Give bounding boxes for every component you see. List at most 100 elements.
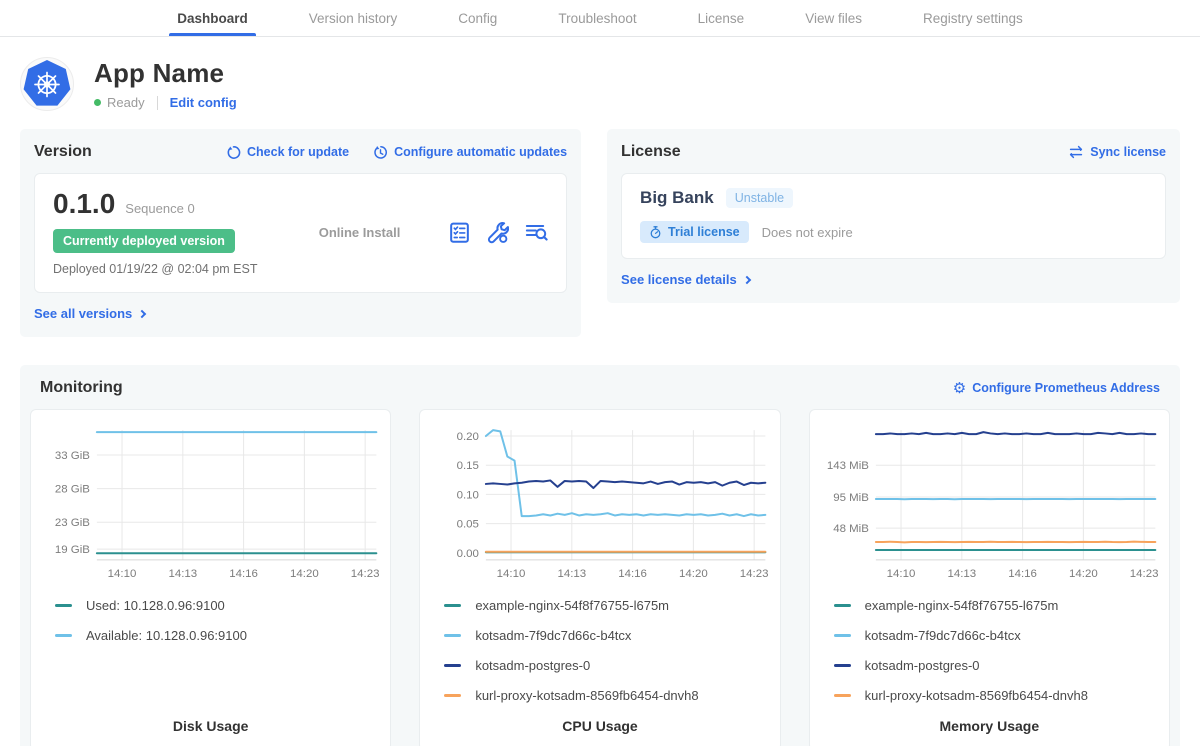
svg-text:14:23: 14:23 xyxy=(351,568,380,580)
legend-item: kotsadm-7f9dc7d66c-b4tcx xyxy=(834,628,1161,643)
logs-search-icon xyxy=(524,221,548,244)
wrench-gear-icon xyxy=(486,221,509,244)
sync-icon xyxy=(1068,145,1084,159)
svg-text:48 MiB: 48 MiB xyxy=(833,523,869,535)
legend-swatch xyxy=(444,604,461,607)
trial-license-badge: Trial license xyxy=(640,221,749,243)
legend-swatch xyxy=(444,664,461,667)
legend-swatch xyxy=(55,604,72,607)
version-number: 0.1.0 xyxy=(53,188,115,220)
version-sequence: Sequence 0 xyxy=(125,201,194,216)
license-panel-title: License xyxy=(621,143,681,161)
gear-icon: ⚙ xyxy=(953,381,966,396)
divider xyxy=(157,96,158,110)
sync-license-link[interactable]: Sync license xyxy=(1068,145,1166,159)
deployed-badge: Currently deployed version xyxy=(53,229,235,253)
configure-prometheus-link[interactable]: ⚙ Configure Prometheus Address xyxy=(953,381,1160,396)
edit-config-link[interactable]: Edit config xyxy=(170,95,237,110)
svg-text:143 MiB: 143 MiB xyxy=(826,460,868,472)
svg-text:14:13: 14:13 xyxy=(168,568,197,580)
svg-text:14:16: 14:16 xyxy=(619,568,648,580)
legend-swatch xyxy=(444,634,461,637)
chart-title: CPU Usage xyxy=(428,718,771,734)
deployed-timestamp: Deployed 01/19/22 @ 02:04 pm EST xyxy=(53,262,271,276)
legend-swatch xyxy=(55,634,72,637)
svg-text:14:20: 14:20 xyxy=(679,568,708,580)
deploy-logs-button[interactable] xyxy=(524,221,548,244)
chevron-right-icon xyxy=(138,310,146,318)
license-panel: License Sync license Big Bank Unstable xyxy=(607,129,1180,303)
stopwatch-icon xyxy=(649,226,662,239)
monitoring-panel: Monitoring ⚙ Configure Prometheus Addres… xyxy=(20,365,1180,746)
legend-swatch xyxy=(444,694,461,697)
legend-item: example-nginx-54f8f76755-l675m xyxy=(444,598,771,613)
svg-text:14:10: 14:10 xyxy=(886,568,915,580)
chart-title: Disk Usage xyxy=(39,718,382,734)
tab-troubleshoot[interactable]: Troubleshoot xyxy=(556,0,638,36)
svg-text:0.20: 0.20 xyxy=(457,431,479,443)
svg-text:14:20: 14:20 xyxy=(1069,568,1098,580)
chevron-right-icon xyxy=(742,276,750,284)
app-header: App Name Ready Edit config xyxy=(0,37,1200,129)
preflight-checks-button[interactable] xyxy=(448,221,471,244)
tab-config[interactable]: Config xyxy=(456,0,499,36)
tab-version-history[interactable]: Version history xyxy=(307,0,400,36)
legend-item: kotsadm-postgres-0 xyxy=(444,658,771,673)
svg-text:95 MiB: 95 MiB xyxy=(833,492,869,504)
cpu-usage-legend: example-nginx-54f8f76755-l675m kotsadm-7… xyxy=(444,598,771,718)
configure-automatic-updates-link[interactable]: Configure automatic updates xyxy=(373,145,567,160)
current-version-card: 0.1.0 Sequence 0 Currently deployed vers… xyxy=(34,173,567,293)
license-card: Big Bank Unstable Trial license Does not… xyxy=(621,173,1166,259)
svg-text:19 GiB: 19 GiB xyxy=(55,544,90,556)
channel-badge: Unstable xyxy=(726,188,793,208)
see-all-versions-link[interactable]: See all versions xyxy=(34,306,145,321)
svg-text:23 GiB: 23 GiB xyxy=(55,517,90,529)
top-nav: Dashboard Version history Config Trouble… xyxy=(0,0,1200,37)
svg-text:14:10: 14:10 xyxy=(497,568,526,580)
tab-dashboard[interactable]: Dashboard xyxy=(175,0,250,36)
svg-text:14:16: 14:16 xyxy=(229,568,258,580)
svg-text:0.15: 0.15 xyxy=(457,460,479,472)
svg-text:14:16: 14:16 xyxy=(1008,568,1037,580)
svg-text:14:13: 14:13 xyxy=(947,568,976,580)
svg-text:0.00: 0.00 xyxy=(457,548,479,560)
legend-item: kurl-proxy-kotsadm-8569fb6454-dnvh8 xyxy=(834,688,1161,703)
legend-swatch xyxy=(834,634,851,637)
tab-registry-settings[interactable]: Registry settings xyxy=(921,0,1025,36)
svg-text:33 GiB: 33 GiB xyxy=(55,450,90,462)
memory-usage-chart-card: 48 MiB 95 MiB 143 MiB 14:10 14:13 14:16 14:20 1… xyxy=(809,409,1170,746)
svg-text:14:23: 14:23 xyxy=(1129,568,1158,580)
legend-item: kotsadm-postgres-0 xyxy=(834,658,1161,673)
clock-refresh-icon xyxy=(373,145,388,160)
kubernetes-icon xyxy=(21,58,73,110)
disk-usage-chart-card: 19 GiB23 GiB28 GiB33 GiB14:1014:1314:161… xyxy=(30,409,391,746)
cpu-usage-chart: 0.000.050.100.150.2014:1014:1314:1614:20… xyxy=(428,420,771,588)
monitoring-title: Monitoring xyxy=(40,379,123,397)
version-panel-title: Version xyxy=(34,143,92,161)
disk-usage-chart: 19 GiB23 GiB28 GiB33 GiB14:1014:1314:161… xyxy=(39,420,382,588)
install-type: Online Install xyxy=(271,225,448,240)
cpu-usage-chart-card: 0.000.050.100.150.2014:1014:1314:1614:20… xyxy=(419,409,780,746)
chart-title: Memory Usage xyxy=(818,718,1161,734)
check-for-update-link[interactable]: Check for update xyxy=(226,145,349,160)
tab-view-files[interactable]: View files xyxy=(803,0,864,36)
app-logo xyxy=(20,57,74,111)
legend-swatch xyxy=(834,664,851,667)
memory-usage-chart: 48 MiB 95 MiB 143 MiB 14:10 14:13 14:16 14:20 1… xyxy=(818,420,1161,588)
memory-usage-legend: example-nginx-54f8f76755-l675m kotsadm-7… xyxy=(834,598,1161,718)
page-title: App Name xyxy=(94,58,237,89)
svg-text:0.05: 0.05 xyxy=(457,519,479,531)
legend-item: kurl-proxy-kotsadm-8569fb6454-dnvh8 xyxy=(444,688,771,703)
legend-item: Used: 10.128.0.96:9100 xyxy=(55,598,382,613)
svg-text:0.10: 0.10 xyxy=(457,489,479,501)
view-config-button[interactable] xyxy=(486,221,509,244)
svg-text:14:23: 14:23 xyxy=(740,568,769,580)
refresh-icon xyxy=(226,145,241,160)
see-license-details-link[interactable]: See license details xyxy=(621,272,750,287)
legend-item: Available: 10.128.0.96:9100 xyxy=(55,628,382,643)
tab-license[interactable]: License xyxy=(696,0,747,36)
status-text: Ready xyxy=(107,95,145,110)
legend-swatch xyxy=(834,604,851,607)
svg-text:28 GiB: 28 GiB xyxy=(55,484,90,496)
version-panel: Version Check for update Configure au xyxy=(20,129,581,337)
